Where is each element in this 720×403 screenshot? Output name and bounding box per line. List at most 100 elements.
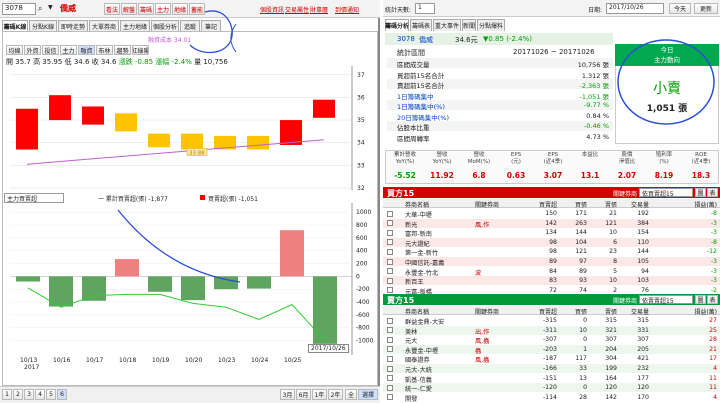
sellsec-col-0: 券商名稱 (405, 309, 430, 316)
page-button-5[interactable]: 5 (46, 389, 56, 400)
page-button-3[interactable]: 3 (24, 389, 34, 400)
candle (247, 135, 269, 150)
tab-3[interactable]: 大單券商 (89, 20, 119, 31)
sellsec-select[interactable]: 依賣賣超15 (639, 295, 693, 305)
subtab-0[interactable]: 均線 (6, 45, 23, 55)
toolbar-link-2[interactable]: 財事曆 (310, 5, 328, 14)
toolbar-link-1[interactable]: 交易屬性 (285, 5, 309, 14)
buysec-checkbox[interactable] (387, 220, 393, 227)
indicator-select[interactable]: 主力買賣超 (4, 193, 64, 203)
ma-line (26, 139, 325, 165)
subtab-3[interactable]: 主力 (60, 45, 77, 55)
subtab-2[interactable]: 投信 (42, 45, 59, 55)
subtab-1[interactable]: 外資 (24, 45, 41, 55)
sellsec-chart-button[interactable]: 圖 (695, 295, 706, 304)
tab-6[interactable]: 追蹤 (180, 20, 200, 31)
indicator-tick-label: 400 (356, 248, 368, 255)
right-tab-4[interactable]: 分點爆料 (477, 19, 505, 31)
date-input[interactable]: 2017/10/26 (606, 3, 664, 14)
buysec-cell: 154 (637, 229, 649, 237)
stock-code-input[interactable]: 3078 (2, 3, 36, 15)
subtab-6[interactable]: 趨勢 (114, 45, 131, 55)
metric-value: 8.19 (654, 171, 674, 180)
buysec-select[interactable]: 依買賣超15 (639, 188, 693, 198)
sellsec-cell: 25 (709, 326, 717, 334)
page-button-4[interactable]: 4 (35, 389, 45, 400)
buysec-checkbox[interactable] (387, 287, 393, 294)
buysec-checkbox[interactable] (387, 210, 393, 217)
buysec-cell: 5 (613, 267, 617, 275)
sellsec-checkbox[interactable] (387, 317, 393, 324)
buysec-checkbox[interactable] (387, 268, 393, 275)
sellsec-checkbox[interactable] (387, 394, 393, 401)
today-button[interactable]: 今天 (669, 3, 691, 14)
toolbar-button-5[interactable]: 蓄能 (189, 3, 205, 15)
select-period-button[interactable]: 選擇 (358, 389, 378, 400)
buysec-cell: 74 (579, 286, 587, 294)
x-date-label: 10/20 (185, 357, 203, 364)
dropdown-icon[interactable]: ▼ (48, 4, 53, 11)
period-button-1[interactable]: 6月 (296, 389, 311, 400)
buysec-col-0: 券商名稱 (405, 202, 430, 209)
buysec-checkbox[interactable] (387, 239, 393, 246)
ma-cost-legend: 融資成本 34.01 (148, 37, 192, 44)
sellsec-checkbox[interactable] (387, 336, 393, 343)
sellsec-cell: 199 (605, 365, 617, 372)
metric-header: 殖利率 (%) (655, 152, 673, 165)
sellsec-cell: 0 (583, 336, 587, 344)
page-button-6[interactable]: 6 (57, 389, 67, 400)
page-button-1[interactable]: 1 (2, 389, 12, 400)
stock-name: 僑威 (60, 4, 76, 13)
tab-1[interactable]: 分點K線 (29, 20, 57, 31)
toolbar-button-3[interactable]: 主力 (155, 3, 171, 15)
buysec-checkbox[interactable] (387, 229, 393, 236)
tab-7[interactable]: 筆記 (201, 20, 221, 31)
toolbar-link-0[interactable]: 個股資訊 (260, 5, 284, 14)
sellsec-cell: 11 (709, 384, 717, 392)
sellsec-checkbox[interactable] (387, 375, 393, 382)
days-select[interactable]: 1 (415, 3, 435, 14)
tab-2[interactable]: 即時走勢 (58, 20, 88, 31)
tab-4[interactable]: 主力地緣 (120, 20, 150, 31)
right-tab-1[interactable]: 籌碼表 (410, 19, 432, 31)
buysec-checkbox[interactable] (387, 277, 393, 284)
period-button-2[interactable]: 1年 (312, 389, 327, 400)
sellsec-col-3: 買張 (574, 309, 587, 316)
buysec-table-button[interactable]: 表 (707, 188, 718, 197)
buysec-checkbox[interactable] (387, 258, 393, 265)
x-date-label: 10/24 (251, 357, 269, 364)
sellsec-checkbox[interactable] (387, 365, 393, 372)
tab-0[interactable]: 籌碼K線 (2, 20, 28, 31)
toolbar-button-2[interactable]: 籌碼 (138, 3, 154, 15)
toolbar-button-1[interactable]: 解盤 (121, 3, 137, 15)
sellsec-checkbox[interactable] (387, 346, 393, 353)
toolbar-button-0[interactable]: 看法 (104, 3, 120, 15)
sellsec-checkbox[interactable] (387, 384, 393, 391)
buysec-checkbox[interactable] (387, 248, 393, 255)
right-tab-3[interactable]: 新聞 (462, 19, 476, 31)
subtab-7[interactable]: 紅綠陽 (132, 45, 149, 55)
toolbar-link-3[interactable]: 到價通知 (335, 5, 359, 14)
period-all-button[interactable]: 全 (345, 389, 357, 400)
metric-value: 11.92 (430, 171, 454, 180)
sellsec-col-4: 賣張 (604, 309, 617, 316)
subtab-5[interactable]: 布林 (96, 45, 113, 55)
sellsec-checkbox[interactable] (387, 355, 393, 362)
right-tab-0[interactable]: 籌碼分析 (385, 19, 409, 31)
toolbar-button-4[interactable]: 地緣 (172, 3, 188, 15)
buysec-chart-button[interactable]: 圖 (695, 188, 706, 197)
net-bar (148, 276, 172, 292)
sellsec-table-button[interactable]: 表 (707, 295, 718, 304)
page-button-2[interactable]: 2 (13, 389, 23, 400)
search-icon[interactable]: ⌕ (38, 4, 42, 14)
price-tick-label: 35 (357, 117, 365, 124)
period-button-3[interactable]: 2年 (328, 389, 343, 400)
buysec-cell: 105 (637, 258, 649, 265)
tab-5[interactable]: 個股分析 (151, 20, 179, 31)
sellsec-checkbox[interactable] (387, 327, 393, 334)
right-tab-2[interactable]: 重大事件 (433, 19, 461, 31)
indicator-tick-label: 0 (356, 273, 360, 280)
subtab-4[interactable]: 融資 (78, 45, 95, 55)
period-button-0[interactable]: 3月 (280, 389, 295, 400)
refresh-button[interactable]: 更新 (694, 3, 718, 14)
